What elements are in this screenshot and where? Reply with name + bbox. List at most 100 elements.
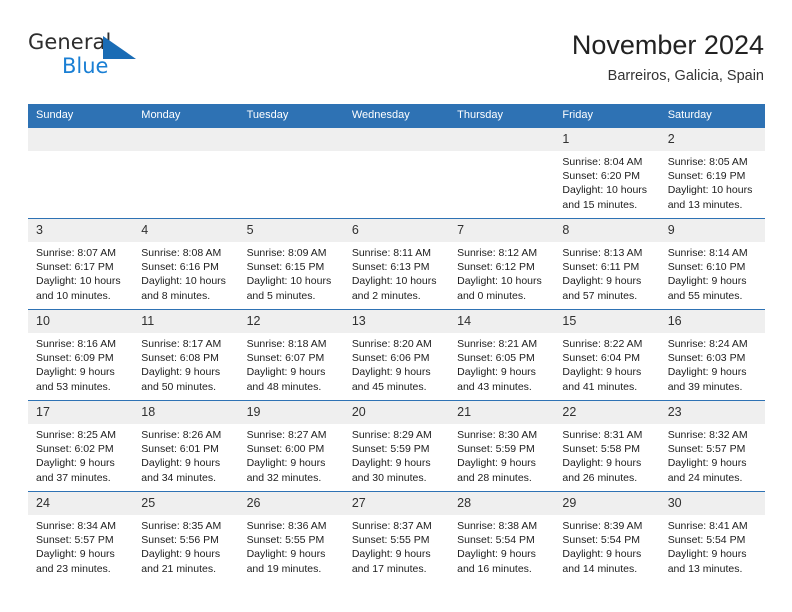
daylight-line-1: Daylight: 9 hours	[457, 457, 536, 470]
daylight-line-2: and 43 minutes.	[457, 380, 532, 393]
calendar-week-row: 24 Sunrise: 8:34 AM Sunset: 5:57 PM Dayligh…	[28, 491, 765, 582]
calendar-day-cell[interactable]: 17 Sunrise: 8:25 AM Sunset: 6:02 PM Dayligh…	[28, 400, 134, 492]
sunset-time: Sunset: 6:08 PM	[141, 352, 219, 365]
calendar-page: General Blue November 2024 Barreiros, Ga…	[0, 0, 792, 612]
day-number: 6	[343, 219, 450, 242]
daylight-line-1: Daylight: 9 hours	[351, 366, 431, 379]
daylight-line-1: Daylight: 9 hours	[141, 548, 221, 561]
day-number	[28, 127, 134, 151]
daylight-line-2: and 21 minutes.	[141, 562, 216, 575]
day-details: Sunrise: 8:24 AM Sunset: 6:03 PM Daylight:…	[660, 333, 765, 394]
calendar-day-cell[interactable]: 9 Sunrise: 8:14 AM Sunset: 6:10 PM Daylight…	[659, 218, 765, 310]
calendar-day-cell[interactable]: 27 Sunrise: 8:37 AM Sunset: 5:55 PM Dayligh…	[343, 491, 450, 582]
daylight-line-1: Daylight: 9 hours	[246, 548, 326, 561]
day-details: Sunrise: 8:11 AM Sunset: 6:13 PM Daylight:…	[344, 242, 449, 303]
day-number: 15	[554, 310, 660, 333]
calendar-week-row: 1 Sunrise: 8:04 AM Sunset: 6:20 PM Daylight…	[28, 127, 765, 219]
weekday-header-saturday: Saturday	[659, 104, 765, 128]
sunset-time: Sunset: 6:09 PM	[36, 352, 114, 365]
calendar-day-cell[interactable]: 30 Sunrise: 8:41 AM Sunset: 5:54 PM Dayligh…	[659, 491, 765, 582]
calendar-day-cell[interactable]: 12 Sunrise: 8:18 AM Sunset: 6:07 PM Dayligh…	[238, 309, 344, 401]
day-number: 22	[554, 401, 660, 424]
sunset-time: Sunset: 6:01 PM	[141, 443, 219, 456]
daylight-line-2: and 26 minutes.	[562, 471, 638, 484]
calendar-day-cell[interactable]: 15 Sunrise: 8:22 AM Sunset: 6:04 PM Dayligh…	[554, 309, 660, 401]
sunset-time: Sunset: 6:10 PM	[667, 261, 746, 274]
daylight-line-1: Daylight: 9 hours	[36, 548, 115, 561]
calendar-day-cell[interactable]: 3 Sunrise: 8:07 AM Sunset: 6:17 PM Daylight…	[28, 218, 134, 310]
day-number: 24	[28, 492, 134, 515]
day-number: 3	[28, 219, 134, 242]
sunrise-time: Sunrise: 8:11 AM	[351, 247, 432, 259]
day-details: Sunrise: 8:07 AM Sunset: 6:17 PM Daylight:…	[28, 242, 133, 303]
weekday-header-monday: Monday	[133, 104, 239, 128]
sunset-time: Sunset: 6:17 PM	[36, 261, 114, 274]
day-details: Sunrise: 8:20 AM Sunset: 6:06 PM Daylight:…	[344, 333, 449, 394]
daylight-line-2: and 14 minutes.	[562, 562, 638, 575]
weekday-header-thursday: Thursday	[449, 104, 555, 128]
calendar-day-cell[interactable]: 10 Sunrise: 8:16 AM Sunset: 6:09 PM Dayligh…	[28, 309, 134, 401]
calendar-day-cell[interactable]: 14 Sunrise: 8:21 AM Sunset: 6:05 PM Dayligh…	[449, 309, 555, 401]
calendar-day-cell[interactable]: 19 Sunrise: 8:27 AM Sunset: 6:00 PM Dayligh…	[238, 400, 344, 492]
calendar-cell-empty	[133, 127, 239, 219]
daylight-line-1: Daylight: 9 hours	[457, 548, 536, 561]
day-details: Sunrise: 8:04 AM Sunset: 6:20 PM Daylight:…	[554, 151, 659, 212]
daylight-line-1: Daylight: 10 hours	[246, 275, 332, 288]
day-number	[238, 127, 344, 151]
calendar-day-cell[interactable]: 2 Sunrise: 8:05 AM Sunset: 6:19 PM Daylight…	[659, 127, 765, 219]
day-details: Sunrise: 8:09 AM Sunset: 6:15 PM Daylight:…	[239, 242, 344, 303]
sunrise-time: Sunrise: 8:16 AM	[36, 338, 116, 350]
day-details: Sunrise: 8:35 AM Sunset: 5:56 PM Daylight:…	[133, 515, 238, 576]
calendar-week-row: 10 Sunrise: 8:16 AM Sunset: 6:09 PM Dayligh…	[28, 309, 765, 401]
sunrise-time: Sunrise: 8:30 AM	[457, 429, 538, 441]
calendar-day-cell[interactable]: 4 Sunrise: 8:08 AM Sunset: 6:16 PM Daylight…	[133, 218, 239, 310]
calendar-day-cell[interactable]: 13 Sunrise: 8:20 AM Sunset: 6:06 PM Dayligh…	[343, 309, 450, 401]
daylight-line-1: Daylight: 10 hours	[141, 275, 226, 288]
sunset-time: Sunset: 5:57 PM	[36, 534, 114, 547]
daylight-line-2: and 50 minutes.	[141, 380, 216, 393]
calendar-day-cell[interactable]: 23 Sunrise: 8:32 AM Sunset: 5:57 PM Dayligh…	[659, 400, 765, 492]
calendar-day-cell[interactable]: 5 Sunrise: 8:09 AM Sunset: 6:15 PM Daylight…	[238, 218, 344, 310]
calendar-day-cell[interactable]: 29 Sunrise: 8:39 AM Sunset: 5:54 PM Dayligh…	[554, 491, 660, 582]
calendar-day-cell[interactable]: 7 Sunrise: 8:12 AM Sunset: 6:12 PM Daylight…	[449, 218, 555, 310]
sunset-time: Sunset: 5:54 PM	[562, 534, 641, 547]
page-subtitle: Barreiros, Galicia, Spain	[607, 68, 764, 84]
calendar-day-cell[interactable]: 11 Sunrise: 8:17 AM Sunset: 6:08 PM Dayligh…	[133, 309, 239, 401]
sunrise-time: Sunrise: 8:31 AM	[562, 429, 643, 441]
day-details: Sunrise: 8:36 AM Sunset: 5:55 PM Daylight:…	[239, 515, 344, 576]
calendar-day-cell[interactable]: 1 Sunrise: 8:04 AM Sunset: 6:20 PM Daylight…	[554, 127, 660, 219]
daylight-line-2: and 17 minutes.	[351, 562, 427, 575]
calendar-day-cell[interactable]: 25 Sunrise: 8:35 AM Sunset: 5:56 PM Dayligh…	[133, 491, 239, 582]
day-details: Sunrise: 8:26 AM Sunset: 6:01 PM Daylight:…	[133, 424, 238, 485]
sunset-time: Sunset: 6:03 PM	[667, 352, 746, 365]
calendar-day-cell[interactable]: 26 Sunrise: 8:36 AM Sunset: 5:55 PM Dayligh…	[238, 491, 344, 582]
calendar-day-cell[interactable]: 16 Sunrise: 8:24 AM Sunset: 6:03 PM Dayligh…	[659, 309, 765, 401]
day-details: Sunrise: 8:12 AM Sunset: 6:12 PM Daylight:…	[449, 242, 554, 303]
day-number: 20	[343, 401, 450, 424]
daylight-line-2: and 45 minutes.	[351, 380, 427, 393]
day-number: 2	[659, 128, 765, 151]
sunset-time: Sunset: 6:13 PM	[351, 261, 430, 274]
day-details: Sunrise: 8:32 AM Sunset: 5:57 PM Daylight:…	[660, 424, 765, 485]
sunset-time: Sunset: 6:00 PM	[246, 443, 325, 456]
day-number: 13	[343, 310, 450, 333]
calendar-day-cell[interactable]: 8 Sunrise: 8:13 AM Sunset: 6:11 PM Daylight…	[554, 218, 660, 310]
calendar-day-cell[interactable]: 18 Sunrise: 8:26 AM Sunset: 6:01 PM Dayligh…	[133, 400, 239, 492]
sunrise-time: Sunrise: 8:29 AM	[351, 429, 432, 441]
calendar-day-cell[interactable]: 24 Sunrise: 8:34 AM Sunset: 5:57 PM Dayligh…	[28, 491, 134, 582]
sunrise-time: Sunrise: 8:13 AM	[562, 247, 643, 259]
daylight-line-1: Daylight: 10 hours	[667, 184, 753, 197]
brand-logo[interactable]: General Blue	[28, 28, 168, 88]
daylight-line-1: Daylight: 9 hours	[667, 548, 747, 561]
sunrise-time: Sunrise: 8:21 AM	[457, 338, 538, 350]
calendar-cell-empty	[238, 127, 344, 219]
calendar-day-cell[interactable]: 20 Sunrise: 8:29 AM Sunset: 5:59 PM Dayligh…	[343, 400, 450, 492]
calendar-day-cell[interactable]: 6 Sunrise: 8:11 AM Sunset: 6:13 PM Daylight…	[343, 218, 450, 310]
calendar-day-cell[interactable]: 22 Sunrise: 8:31 AM Sunset: 5:58 PM Dayligh…	[554, 400, 660, 492]
calendar-day-cell[interactable]: 28 Sunrise: 8:38 AM Sunset: 5:54 PM Dayligh…	[449, 491, 555, 582]
daylight-line-2: and 15 minutes.	[562, 198, 638, 211]
daylight-line-1: Daylight: 9 hours	[351, 548, 431, 561]
page-header: General Blue November 2024 Barreiros, Ga…	[28, 28, 764, 94]
day-number: 7	[449, 219, 555, 242]
calendar-day-cell[interactable]: 21 Sunrise: 8:30 AM Sunset: 5:59 PM Dayligh…	[449, 400, 555, 492]
